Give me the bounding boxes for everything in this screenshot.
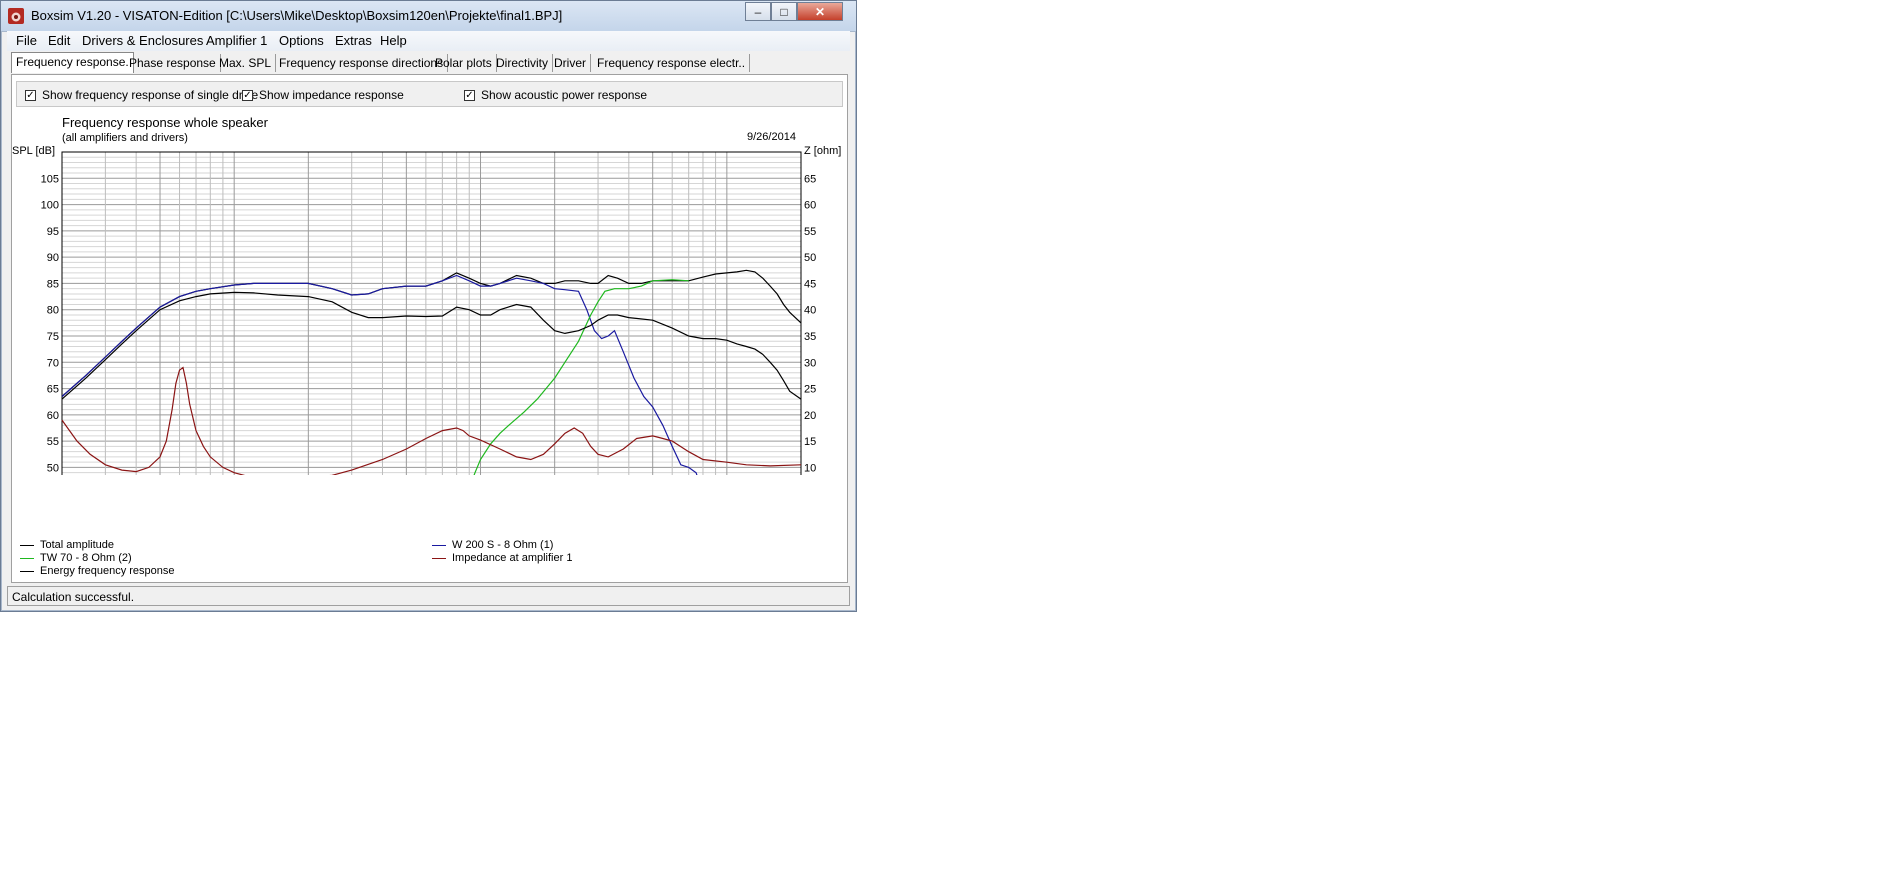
y-tick-label: 55 (47, 436, 59, 448)
legend-tweeter: TW 70 - 8 Ohm (2) (20, 552, 132, 564)
legend-swatch-energy (20, 570, 34, 572)
legend-swatch-tweeter (20, 557, 34, 559)
menu-extras[interactable]: Extras (335, 33, 372, 48)
y2-tick-label: 45 (804, 278, 816, 290)
menu-file[interactable]: File (16, 33, 37, 48)
tab-phase-response[interactable]: Phase response (125, 54, 221, 72)
y2-tick-label: 65 (804, 173, 816, 185)
menu-options[interactable]: Options (279, 33, 324, 48)
y2-tick-label: 50 (804, 252, 816, 264)
legend-swatch-woofer (432, 544, 446, 546)
legend-label-woofer: W 200 S - 8 Ohm (1) (452, 539, 554, 551)
legend-label-tweeter: TW 70 - 8 Ohm (2) (40, 552, 132, 564)
y-tick-label: 65 (47, 384, 59, 396)
status-text: Calculation successful. (12, 590, 135, 604)
close-button[interactable]: ✕ (797, 2, 843, 21)
y2-tick-label: 20 (804, 410, 816, 422)
y2-tick-label: 10 (804, 462, 816, 474)
menu-amplifier[interactable]: Amplifier 1 (206, 33, 267, 48)
y2-axis-label: Z [ohm] (804, 145, 841, 157)
speaker-app-icon (8, 8, 24, 24)
y-tick-label: 100 (41, 200, 59, 212)
series-line-tweeter (473, 279, 689, 475)
tab-max-spl[interactable]: Max. SPL (215, 54, 277, 72)
y2-tick-label: 30 (804, 357, 816, 369)
maximize-icon: □ (780, 4, 788, 19)
app-window: Boxsim V1.20 - VISATON-Edition [C:\Users… (0, 0, 857, 612)
tab-frequency-response-directions[interactable]: Frequency response directions (275, 54, 449, 72)
tab-polar-plots[interactable]: Polar plots (431, 54, 497, 72)
menu-edit[interactable]: Edit (48, 33, 70, 48)
legend-label-impedance: Impedance at amplifier 1 (452, 552, 573, 564)
y-tick-label: 60 (47, 410, 59, 422)
series-line-woofer (61, 274, 698, 475)
title-bar[interactable]: Boxsim V1.20 - VISATON-Edition [C:\Users… (1, 1, 856, 32)
tab-frequency-response-electrical[interactable]: Frequency response electr.. (593, 54, 751, 72)
y-axis-label: SPL [dB] (12, 145, 55, 157)
chart-subtitle: (all amplifiers and drivers) (62, 132, 188, 144)
y2-tick-label: 15 (804, 436, 816, 448)
menu-bar: File Edit Drivers & Enclosures Amplifier… (7, 31, 850, 51)
y-tick-label: 50 (47, 462, 59, 474)
legend-impedance: Impedance at amplifier 1 (432, 552, 572, 564)
legend-woofer: W 200 S - 8 Ohm (1) (432, 539, 553, 551)
maximize-button[interactable]: □ (771, 2, 797, 21)
y2-tick-label: 25 (804, 384, 816, 396)
close-icon: ✕ (814, 4, 826, 19)
y-tick-label: 85 (47, 278, 59, 290)
plot-frame (61, 151, 802, 475)
y-tick-label: 80 (47, 305, 59, 317)
legend-label-total: Total amplitude (40, 539, 114, 551)
tab-driver[interactable]: Driver (550, 54, 591, 72)
minimize-icon: – (754, 4, 762, 19)
legend-swatch-impedance (432, 557, 446, 559)
y-tick-label: 90 (47, 252, 59, 264)
tab-directivity[interactable]: Directivity (492, 54, 554, 72)
y-tick-label: 105 (41, 173, 59, 185)
chart-date: 9/26/2014 (747, 131, 796, 143)
tab-frequency-response[interactable]: Frequency response. (11, 52, 134, 73)
frequency-response-panel: ✓ Show frequency response of single driv… (11, 74, 848, 583)
menu-drivers-enclosures[interactable]: Drivers & Enclosures (82, 33, 203, 48)
minimize-button[interactable]: – (745, 2, 771, 21)
menu-help[interactable]: Help (380, 33, 407, 48)
y2-tick-label: 40 (804, 305, 816, 317)
legend-swatch-total (20, 544, 34, 546)
window-title: Boxsim V1.20 - VISATON-Edition [C:\Users… (31, 8, 563, 23)
y-tick-label: 75 (47, 331, 59, 343)
y2-tick-label: 55 (804, 226, 816, 238)
legend-total-amplitude: Total amplitude (20, 539, 114, 551)
y2-tick-label: 35 (804, 331, 816, 343)
legend-energy: Energy frequency response (20, 565, 175, 577)
legend-label-energy: Energy frequency response (40, 565, 175, 577)
y-tick-label: 95 (47, 226, 59, 238)
chart-title: Frequency response whole speaker (62, 115, 268, 130)
status-bar: Calculation successful. (7, 586, 850, 606)
y2-tick-label: 60 (804, 200, 816, 212)
y-tick-label: 70 (47, 357, 59, 369)
